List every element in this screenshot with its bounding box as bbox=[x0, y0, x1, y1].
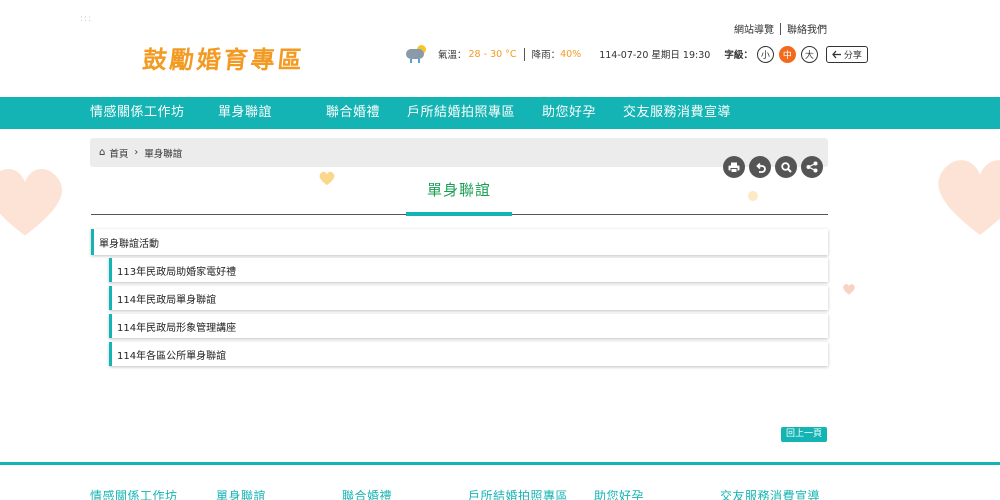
nav-item-photo[interactable]: 戶所結婚拍照專區 bbox=[407, 97, 515, 129]
footer-link-singles[interactable]: 單身聯誼 bbox=[216, 487, 266, 500]
footer-link-wedding[interactable]: 聯合婚禮 bbox=[342, 487, 392, 500]
share-button[interactable]: 分享 bbox=[825, 45, 868, 63]
footer-link-photo[interactable]: 戶所結婚拍照專區 bbox=[468, 487, 568, 500]
weather-icon bbox=[404, 44, 428, 64]
rain-value: 40% bbox=[560, 48, 582, 60]
breadcrumb: ⌂ 首頁 › 單身聯誼 bbox=[90, 138, 828, 167]
list-item[interactable]: 114年各區公所單身聯誼 bbox=[109, 342, 828, 366]
page-title: 單身聯誼 bbox=[426, 181, 491, 199]
footer-link-workshop[interactable]: 情感關係工作坊 bbox=[90, 487, 178, 500]
heart-decoration-small-pink bbox=[843, 284, 855, 295]
footer-divider bbox=[0, 462, 1000, 465]
main-nav: 情感關係工作坊 單身聯誼 聯合婚禮 戶所結婚拍照專區 助您好孕 交友服務消費宣導 bbox=[0, 97, 1000, 129]
info-bar: 氣溫： 28 - 30 °C 降雨： 40% 114-07-20 星期日 19:… bbox=[404, 44, 868, 64]
nav-item-workshop[interactable]: 情感關係工作坊 bbox=[90, 97, 185, 129]
home-icon[interactable]: ⌂ bbox=[99, 147, 105, 158]
nav-item-wedding[interactable]: 聯合婚禮 bbox=[326, 97, 380, 129]
rain-label: 降雨： bbox=[531, 50, 561, 61]
back-icon[interactable] bbox=[749, 156, 771, 178]
site-logo[interactable]: 鼓勵婚育專區 bbox=[141, 40, 307, 75]
nav-item-dating-advice[interactable]: 交友服務消費宣導 bbox=[623, 97, 731, 129]
list-item[interactable]: 114年民政局單身聯誼 bbox=[109, 286, 828, 310]
divider bbox=[523, 47, 525, 61]
page-tools bbox=[723, 156, 823, 178]
nav-item-pregnancy[interactable]: 助您好孕 bbox=[542, 97, 596, 129]
share-label: 分享 bbox=[843, 50, 862, 61]
site-header: ::: 鼓勵婚育專區 網站導覽 聯絡我們 氣溫： 28 - 30 °C 降雨： … bbox=[0, 0, 1000, 97]
print-icon[interactable] bbox=[723, 156, 745, 178]
breadcrumb-home[interactable]: 首頁 bbox=[109, 146, 128, 160]
breadcrumb-current[interactable]: 單身聯誼 bbox=[144, 146, 182, 160]
footer-link-pregnancy[interactable]: 助您好孕 bbox=[594, 487, 644, 500]
list-item[interactable]: 114年民政局形象管理講座 bbox=[109, 314, 828, 338]
temperature-value: 28 - 30 °C bbox=[468, 48, 517, 60]
font-size-medium-button[interactable]: 中 bbox=[778, 45, 796, 63]
font-size-large-button[interactable]: 大 bbox=[800, 45, 818, 63]
divider bbox=[780, 22, 781, 35]
share-icon bbox=[831, 50, 841, 58]
nav-item-singles[interactable]: 單身聯誼 bbox=[218, 97, 272, 129]
temperature-label: 氣溫： bbox=[438, 50, 467, 61]
heart-decoration-right bbox=[938, 160, 1000, 235]
datetime: 114-07-20 星期日 19:30 bbox=[599, 50, 711, 61]
font-size-label: 字級： bbox=[724, 50, 753, 61]
share-icon[interactable] bbox=[801, 156, 823, 178]
footer-link-dating-advice[interactable]: 交友服務消費宣導 bbox=[720, 487, 820, 500]
list-item[interactable]: 113年民政局助婚家電好禮 bbox=[109, 258, 828, 282]
back-button[interactable]: 回上一頁 bbox=[781, 427, 827, 442]
accesskey-dots[interactable]: ::: bbox=[80, 14, 92, 24]
heart-decoration-left bbox=[0, 168, 62, 236]
search-icon[interactable] bbox=[775, 156, 797, 178]
contact-link[interactable]: 聯絡我們 bbox=[787, 21, 827, 36]
chevron-right-icon: › bbox=[134, 147, 139, 158]
category-item[interactable]: 單身聯誼活動 bbox=[91, 229, 828, 255]
font-size-small-button[interactable]: 小 bbox=[756, 45, 774, 63]
sitemap-link[interactable]: 網站導覽 bbox=[734, 21, 774, 36]
title-underline bbox=[406, 212, 512, 216]
top-links: 網站導覽 聯絡我們 bbox=[734, 21, 827, 36]
